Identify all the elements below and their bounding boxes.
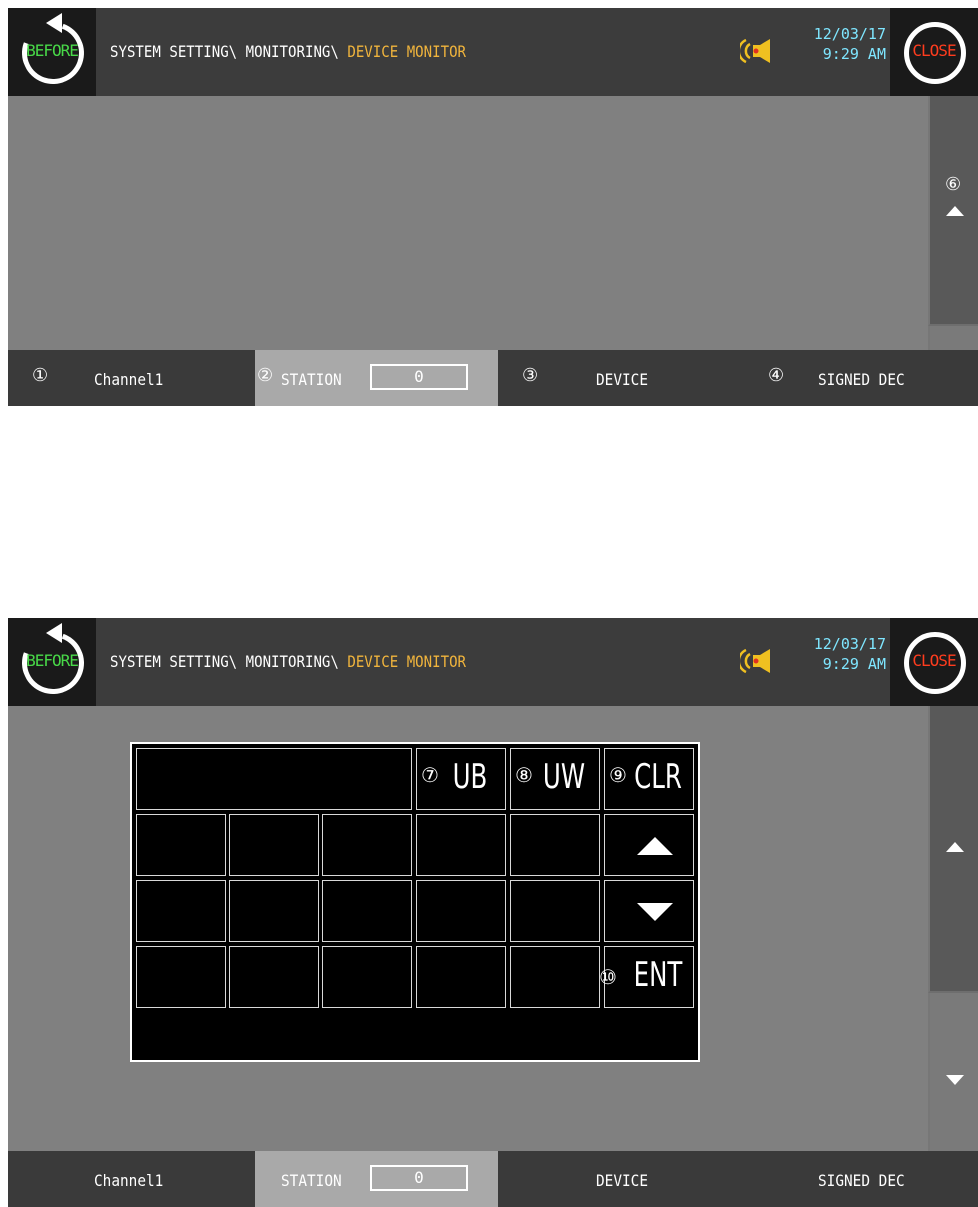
key-r2c1[interactable]	[136, 814, 226, 876]
channel-cell[interactable]: ① Channel1	[8, 350, 255, 406]
key-r4c1[interactable]	[136, 946, 226, 1008]
uw-button[interactable]: ⑧ UW	[510, 748, 600, 810]
format-label: SIGNED DEC	[818, 370, 905, 389]
keypad-display	[136, 748, 412, 810]
device-monitor-screen-annotated: BEFORE SYSTEM SETTING\ MONITORING\ DEVIC…	[8, 8, 978, 406]
key-r3c5[interactable]	[510, 880, 600, 942]
station-value-field[interactable]: 0	[370, 1165, 468, 1191]
close-label: CLOSE	[912, 41, 956, 60]
key-r4c3[interactable]	[322, 946, 412, 1008]
speaker-icon[interactable]	[740, 646, 772, 676]
marker-6: ⑥	[945, 174, 962, 195]
key-r2c2[interactable]	[229, 814, 319, 876]
key-r4c2[interactable]	[229, 946, 319, 1008]
before-label: BEFORE	[26, 651, 79, 670]
marker-2: ②	[257, 365, 274, 386]
triangle-down-icon	[946, 1075, 964, 1085]
key-r4c4[interactable]	[416, 946, 506, 1008]
speaker-icon[interactable]	[740, 36, 772, 66]
key-r3c1[interactable]	[136, 880, 226, 942]
clr-button[interactable]: ⑨ CLR	[604, 748, 694, 810]
ent-button[interactable]: ⑩ ENT	[599, 946, 694, 1008]
triangle-up-icon	[637, 837, 673, 855]
marker-1: ①	[32, 365, 49, 386]
marker-3: ③	[522, 365, 539, 386]
device-label: DEVICE	[596, 1171, 649, 1190]
marker-9: ⑨	[609, 763, 627, 787]
station-cell[interactable]: ② STATION 0	[255, 350, 498, 406]
arrow-head-icon	[46, 13, 62, 33]
marker-10: ⑩	[599, 965, 617, 989]
date: 12/03/17	[813, 635, 886, 653]
key-r3c2[interactable]	[229, 880, 319, 942]
breadcrumb-current: DEVICE MONITOR	[347, 652, 467, 671]
datetime: 12/03/17 9:29 AM	[786, 24, 886, 64]
station-label: STATION	[281, 370, 342, 389]
device-monitor-screen-keypad: BEFORE SYSTEM SETTING\ MONITORING\ DEVIC…	[8, 618, 978, 1207]
before-label: BEFORE	[26, 41, 79, 60]
keypad-up-button[interactable]	[604, 814, 694, 876]
key-r2c4[interactable]	[416, 814, 506, 876]
clr-label: CLR	[634, 757, 682, 797]
triangle-up-icon	[946, 206, 964, 216]
triangle-down-icon	[637, 903, 673, 921]
key-r4c5[interactable]	[510, 946, 600, 1008]
before-button[interactable]: BEFORE	[8, 618, 96, 706]
keypad-bottom-space	[136, 1012, 694, 1056]
marker-8: ⑧	[515, 763, 533, 787]
station-label: STATION	[281, 1171, 342, 1190]
scroll-up-button[interactable]	[928, 706, 978, 993]
ub-label: UB	[452, 757, 488, 797]
keypad-down-button[interactable]	[604, 880, 694, 942]
ent-label: ENT	[633, 955, 683, 995]
datetime: 12/03/17 9:29 AM	[786, 634, 886, 674]
before-button[interactable]: BEFORE	[8, 8, 96, 96]
marker-4: ④	[768, 365, 785, 386]
format-cell[interactable]: SIGNED DEC	[742, 1151, 978, 1207]
key-r2c5[interactable]	[510, 814, 600, 876]
header-bar: BEFORE SYSTEM SETTING\ MONITORING\ DEVIC…	[8, 618, 978, 706]
scroll-up-button[interactable]: ⑥	[928, 96, 978, 326]
breadcrumb-path: SYSTEM SETTING\ MONITORING\	[110, 652, 348, 671]
close-label: CLOSE	[912, 651, 956, 670]
header-bar: BEFORE SYSTEM SETTING\ MONITORING\ DEVIC…	[8, 8, 978, 96]
channel-cell[interactable]: Channel1	[8, 1151, 255, 1207]
close-button[interactable]: CLOSE	[890, 8, 978, 96]
scroll-down-button[interactable]	[928, 993, 978, 1167]
device-cell[interactable]: ③ DEVICE	[500, 350, 740, 406]
uw-label: UW	[542, 757, 586, 797]
footer-bar: ① Channel1 ② STATION 0 ③ DEVICE ④ SIGNED…	[8, 350, 978, 406]
station-cell[interactable]: STATION 0	[255, 1151, 498, 1207]
time: 9:29 AM	[822, 655, 886, 673]
marker-7: ⑦	[421, 763, 439, 787]
key-r2c3[interactable]	[322, 814, 412, 876]
breadcrumb: SYSTEM SETTING\ MONITORING\ DEVICE MONIT…	[110, 42, 466, 61]
key-r3c4[interactable]	[416, 880, 506, 942]
triangle-up-icon	[946, 842, 964, 852]
ub-button[interactable]: ⑦ UB	[416, 748, 506, 810]
format-cell[interactable]: ④ SIGNED DEC	[742, 350, 978, 406]
footer-bar: Channel1 STATION 0 DEVICE SIGNED DEC	[8, 1151, 978, 1207]
key-r3c3[interactable]	[322, 880, 412, 942]
time: 9:29 AM	[822, 45, 886, 63]
date: 12/03/17	[813, 25, 886, 43]
channel-label: Channel1	[94, 1171, 164, 1190]
breadcrumb-current: DEVICE MONITOR	[347, 42, 467, 61]
station-value-field[interactable]: 0	[370, 364, 468, 390]
device-label: DEVICE	[596, 370, 649, 389]
breadcrumb-path: SYSTEM SETTING\ MONITORING\	[110, 42, 348, 61]
device-cell[interactable]: DEVICE	[500, 1151, 740, 1207]
channel-label: Channel1	[94, 370, 164, 389]
format-label: SIGNED DEC	[818, 1171, 905, 1190]
breadcrumb: SYSTEM SETTING\ MONITORING\ DEVICE MONIT…	[110, 652, 466, 671]
arrow-head-icon	[46, 623, 62, 643]
close-button[interactable]: CLOSE	[890, 618, 978, 706]
keypad: ⑦ UB ⑧ UW ⑨ CLR ⑩ ENT	[130, 742, 700, 1062]
